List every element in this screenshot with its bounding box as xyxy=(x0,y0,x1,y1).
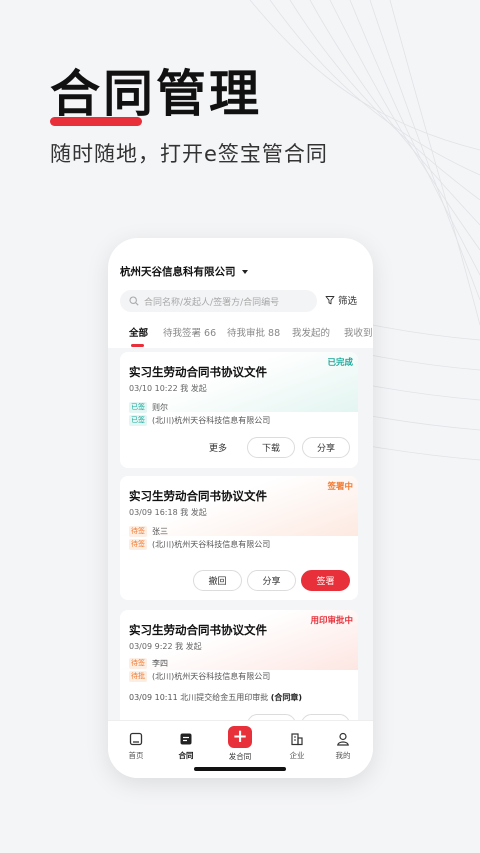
party-row: 已签 则尔 xyxy=(129,402,168,413)
revoke-button[interactable]: 撤回 xyxy=(193,570,242,591)
party-row: 待签 (北川)杭州天谷科技信息有限公司 xyxy=(129,539,270,550)
share-button[interactable]: 分享 xyxy=(247,570,296,591)
party-name: (北川)杭州天谷科技信息有限公司 xyxy=(152,672,271,681)
plus-icon: + xyxy=(232,726,248,747)
tab-initiated[interactable]: 我发起的 xyxy=(292,325,330,339)
status-badge: 签署中 xyxy=(327,482,353,492)
contract-title: 实习生劳动合同书协议文件 xyxy=(129,489,267,503)
caret-down-icon xyxy=(241,269,248,274)
party-status-badge: 待签 xyxy=(129,526,147,537)
party-row: 待批 (北川)杭州天谷科技信息有限公司 xyxy=(129,671,270,682)
search-placeholder: 合同名称/发起人/签署方/合同编号 xyxy=(144,297,280,308)
party-status-badge: 已签 xyxy=(129,402,147,413)
phone-mockup: 杭州天谷信息科有限公司 合同名称/发起人/签署方/合同编号 筛选 全部 待我签署… xyxy=(108,238,373,778)
company-switcher[interactable]: 杭州天谷信息科有限公司 xyxy=(120,264,248,279)
party-status-badge: 待签 xyxy=(129,539,147,550)
contract-card[interactable]: 已完成 实习生劳动合同书协议文件 03/10 10:22 我 发起 已签 则尔 … xyxy=(120,352,358,468)
user-icon xyxy=(337,732,349,746)
tabbar-home[interactable]: 首页 xyxy=(116,731,156,761)
create-contract-label: 发合同 xyxy=(228,752,252,761)
tab-to-approve[interactable]: 待我审批 88 xyxy=(227,325,280,339)
contract-title: 实习生劳动合同书协议文件 xyxy=(129,623,267,637)
search-icon xyxy=(129,296,139,306)
status-badge: 已完成 xyxy=(327,358,353,368)
title-underline xyxy=(50,117,142,126)
share-button[interactable]: 分享 xyxy=(302,437,350,458)
party-name: 李四 xyxy=(152,659,168,668)
contract-meta: 03/09 9:22 我 发起 xyxy=(129,642,202,651)
home-icon xyxy=(129,732,143,746)
party-row: 已签 (北川)杭州天谷科技信息有限公司 xyxy=(129,415,270,426)
contract-icon xyxy=(180,733,192,745)
more-button[interactable]: 更多 xyxy=(194,437,242,458)
party-name: 张三 xyxy=(152,527,168,536)
contract-title: 实习生劳动合同书协议文件 xyxy=(129,365,267,379)
page-subtitle: 随时随地，打开e签宝管合同 xyxy=(50,142,328,166)
active-tab-indicator xyxy=(131,344,144,347)
bottom-tab-bar: 首页 合同 + 发合同 企业 我的 xyxy=(108,720,373,778)
contract-card[interactable]: 用印审批中 实习生劳动合同书协议文件 03/09 9:22 我 发起 待签 李四… xyxy=(120,610,358,720)
contract-list: 已完成 实习生劳动合同书协议文件 03/10 10:22 我 发起 已签 则尔 … xyxy=(108,348,373,720)
contract-tabs: 全部 待我签署 66 待我审批 88 我发起的 我收到 xyxy=(108,322,373,348)
tabbar-enterprise[interactable]: 企业 xyxy=(277,731,317,761)
approval-note: 03/09 10:11 北川提交给金五用印审批 (合同章) xyxy=(129,692,302,703)
download-button[interactable]: 下载 xyxy=(247,437,295,458)
company-name: 杭州天谷信息科有限公司 xyxy=(120,266,236,278)
party-name: (北川)杭州天谷科技信息有限公司 xyxy=(152,540,271,549)
filter-icon xyxy=(325,296,335,305)
create-contract-button[interactable]: + xyxy=(228,726,252,748)
party-name: (北川)杭州天谷科技信息有限公司 xyxy=(152,416,271,425)
tab-received[interactable]: 我收到 xyxy=(344,325,373,339)
contract-meta: 03/09 16:18 我 发起 xyxy=(129,508,207,517)
status-badge: 用印审批中 xyxy=(310,616,353,626)
search-input[interactable]: 合同名称/发起人/签署方/合同编号 xyxy=(120,290,317,312)
home-indicator xyxy=(194,767,286,771)
tabbar-mine[interactable]: 我的 xyxy=(323,731,363,761)
sign-button[interactable]: 签署 xyxy=(301,570,350,591)
page-title: 合同管理 xyxy=(50,65,262,123)
building-icon xyxy=(291,733,303,746)
party-row: 待签 张三 xyxy=(129,526,168,537)
party-status-badge: 待签 xyxy=(129,658,147,669)
filter-button[interactable]: 筛选 xyxy=(325,293,357,307)
party-row: 待签 李四 xyxy=(129,658,168,669)
party-status-badge: 已签 xyxy=(129,415,147,426)
approval-note-seal: (合同章) xyxy=(270,693,303,702)
contract-meta: 03/10 10:22 我 发起 xyxy=(129,384,207,393)
tabbar-contracts[interactable]: 合同 xyxy=(166,731,206,761)
tab-all[interactable]: 全部 xyxy=(129,325,148,339)
party-name: 则尔 xyxy=(152,403,168,412)
contract-card[interactable]: 签署中 实习生劳动合同书协议文件 03/09 16:18 我 发起 待签 张三 … xyxy=(120,476,358,600)
filter-label: 筛选 xyxy=(338,296,358,307)
approval-note-text: 03/09 10:11 北川提交给金五用印审批 xyxy=(129,693,269,702)
tab-to-sign[interactable]: 待我签署 66 xyxy=(163,325,216,339)
party-status-badge: 待批 xyxy=(129,671,147,682)
